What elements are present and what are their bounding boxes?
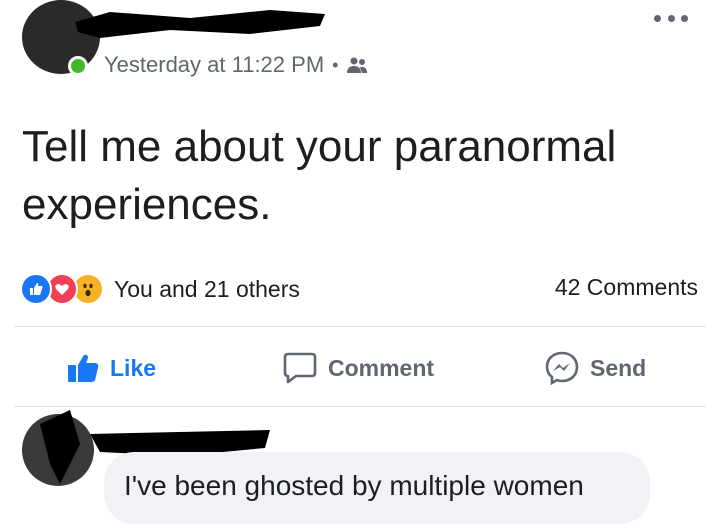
post-text-line-2: experiences.	[22, 180, 272, 229]
post-text: Tell me about your paranormal experience…	[22, 118, 682, 234]
comment-text: I've been ghosted by multiple women	[124, 470, 584, 501]
send-button-label: Send	[590, 354, 647, 381]
friends-icon[interactable]	[346, 56, 368, 74]
online-status-dot	[68, 56, 88, 76]
reaction-summary-text[interactable]: You and 21 others	[114, 276, 300, 303]
more-options-icon[interactable]	[654, 8, 688, 28]
comment-button-label: Comment	[328, 354, 435, 381]
comments-count[interactable]: 42 Comments	[555, 274, 698, 301]
comment-bubble-icon	[283, 352, 317, 384]
like-button[interactable]: Like	[66, 342, 156, 394]
like-reaction-icon	[20, 273, 52, 305]
name-redaction-scribble	[75, 10, 325, 38]
like-button-label: Like	[110, 354, 157, 381]
messenger-icon	[545, 351, 579, 386]
reactions-summary[interactable]: You and 21 others	[20, 272, 300, 306]
post-meta: Yesterday at 11:22 PM •	[104, 50, 368, 80]
comment-button[interactable]: Comment	[282, 342, 434, 394]
meta-separator: •	[332, 54, 339, 75]
send-button[interactable]: Send	[544, 342, 646, 394]
divider-top	[14, 326, 706, 327]
thumbs-up-icon	[68, 354, 99, 382]
post-timestamp[interactable]: Yesterday at 11:22 PM	[104, 52, 324, 78]
post-text-line-1: Tell me about your paranormal	[22, 122, 617, 171]
